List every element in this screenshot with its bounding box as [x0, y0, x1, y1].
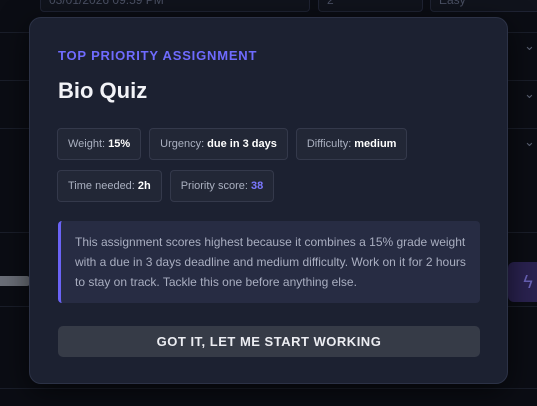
time-chip: Time needed: 2h: [57, 170, 162, 202]
difficulty-label: Difficulty:: [306, 138, 352, 150]
metrics-chips: Weight: 15% Urgency: due in 3 days Diffi…: [57, 128, 487, 212]
difficulty-select[interactable]: Easy: [430, 0, 537, 12]
modal-kicker: TOP PRIORITY ASSIGNMENT: [58, 48, 258, 63]
hours-field[interactable]: 2: [318, 0, 423, 12]
weight-chip: Weight: 15%: [57, 128, 142, 160]
datetime-field[interactable]: 03/01/2026 09:59 PM: [40, 0, 310, 12]
progress-bar: [0, 276, 30, 286]
chevron-down-icon[interactable]: ⌄: [524, 38, 535, 54]
score-label: Priority score:: [180, 180, 248, 192]
start-working-button[interactable]: GOT IT, LET ME START WORKING: [58, 326, 480, 357]
assignment-title: Bio Quiz: [58, 78, 148, 103]
priority-explanation: This assignment scores highest because i…: [58, 221, 480, 303]
urgency-value: due in 3 days: [207, 138, 277, 150]
lightning-icon[interactable]: ϟ: [508, 262, 537, 302]
weight-label: Weight:: [68, 138, 106, 150]
urgency-label: Urgency:: [160, 138, 205, 150]
weight-value: 15%: [108, 138, 131, 150]
score-value: 38: [250, 180, 264, 192]
score-chip: Priority score: 38: [169, 170, 275, 202]
chevron-down-icon[interactable]: ⌄: [524, 134, 535, 150]
divider: [0, 388, 537, 389]
time-label: Time needed:: [68, 180, 135, 192]
chevron-down-icon[interactable]: ⌄: [524, 86, 535, 102]
urgency-chip: Urgency: due in 3 days: [149, 128, 288, 160]
time-value: 2h: [137, 180, 151, 192]
difficulty-chip: Difficulty: medium: [295, 128, 408, 160]
difficulty-value: medium: [354, 138, 397, 150]
